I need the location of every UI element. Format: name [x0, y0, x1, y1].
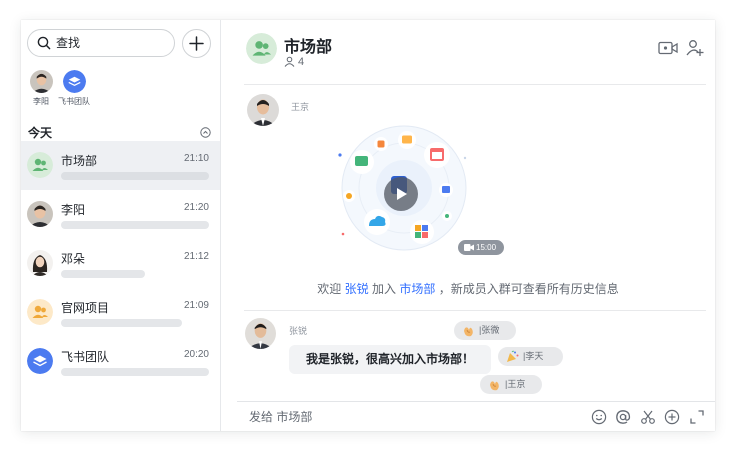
- chat-item-marketing[interactable]: 市场部 21:10: [21, 141, 220, 190]
- video-duration-badge: 15:00: [458, 240, 504, 255]
- chat-item-dengduo[interactable]: 邓朵 21:12: [21, 239, 220, 288]
- play-icon: [397, 188, 407, 200]
- chat-title: 市场部: [284, 39, 333, 56]
- message-preview-placeholder: [61, 270, 145, 278]
- member-icon: [284, 56, 295, 67]
- group-avatar-icon: [246, 33, 277, 64]
- pinned-label: 李阳: [33, 97, 49, 106]
- chat-time: 21:20: [183, 202, 209, 213]
- expand-icon[interactable]: [689, 409, 705, 425]
- chat-time: 21:10: [183, 153, 209, 164]
- message-preview-placeholder: [61, 319, 182, 327]
- add-member-icon[interactable]: [686, 39, 704, 57]
- message-preview-placeholder: [61, 172, 209, 180]
- sender-name: 张锐: [289, 326, 308, 336]
- pinned-contact-liyang[interactable]: 李阳: [25, 70, 57, 107]
- member-count-value: 4: [298, 56, 305, 68]
- team-logo-icon: [27, 348, 53, 374]
- user-mention-link[interactable]: 张锐: [345, 282, 369, 296]
- reaction-user: |李天: [523, 351, 544, 361]
- avatar: [29, 70, 53, 93]
- chat-time: 21:09: [183, 300, 209, 311]
- reaction-chip[interactable]: |张微: [454, 321, 516, 340]
- chat-name: 市场部: [61, 154, 98, 168]
- message-preview-placeholder: [61, 221, 209, 229]
- team-logo-icon: [62, 70, 86, 93]
- chat-item-website-project[interactable]: 官网项目 21:09: [21, 288, 220, 337]
- collapse-icon[interactable]: [200, 127, 211, 138]
- pinned-label: 飞书团队: [58, 97, 90, 106]
- scissors-icon[interactable]: [640, 409, 656, 425]
- video-call-icon[interactable]: [658, 41, 678, 55]
- chat-sidebar: 李阳 飞书团队 今天 市场部 21:10: [21, 20, 221, 431]
- chat-name: 飞书团队: [61, 350, 110, 364]
- reaction-chip[interactable]: |王京: [480, 375, 542, 394]
- system-text: 欢迎: [317, 282, 342, 296]
- message-preview-placeholder: [61, 368, 209, 376]
- chat-name: 李阳: [61, 203, 86, 217]
- avatar[interactable]: [247, 94, 279, 126]
- section-title: 今天: [28, 126, 53, 140]
- chat-window: 李阳 飞书团队 今天 市场部 21:10: [21, 20, 715, 431]
- group-mention-link[interactable]: 市场部: [399, 282, 435, 296]
- avatar: [27, 201, 53, 227]
- avatar[interactable]: [245, 318, 276, 349]
- reaction-user-name: 张微: [481, 325, 500, 335]
- system-text: ，新成员入群可查看所有历史信息: [438, 282, 619, 296]
- play-button[interactable]: [384, 177, 418, 211]
- reaction-user-name: 李天: [525, 351, 544, 361]
- plus-icon: [189, 36, 204, 51]
- chat-main: 市场部 4 王京 15:00 欢迎 张锐 加入 市场部 ，新成员入群可查看所有历…: [221, 20, 715, 431]
- message-bubble[interactable]: 我是张锐，很高兴加入市场部！: [289, 345, 492, 374]
- reaction-user: |王京: [505, 379, 526, 389]
- reaction-user: |张微: [479, 325, 500, 335]
- mention-icon[interactable]: [615, 409, 631, 425]
- chat-time: 20:20: [183, 349, 209, 360]
- add-circle-icon[interactable]: [664, 409, 680, 425]
- search-box[interactable]: [27, 29, 175, 57]
- header-divider: [244, 84, 706, 85]
- chat-time: 21:12: [183, 251, 209, 262]
- message-divider: [244, 310, 706, 311]
- group-avatar-icon: [27, 152, 53, 178]
- chat-item-liyang[interactable]: 李阳 21:20: [21, 190, 220, 239]
- clap-icon: [464, 327, 473, 337]
- video-icon: [464, 244, 474, 251]
- reaction-chip[interactable]: |李天: [498, 347, 563, 366]
- sender-name: 王京: [291, 102, 310, 112]
- emoji-icon[interactable]: [591, 409, 607, 425]
- message-input[interactable]: [249, 408, 549, 426]
- search-input[interactable]: [56, 35, 166, 51]
- search-icon: [37, 36, 51, 50]
- add-button[interactable]: [182, 29, 211, 58]
- member-count[interactable]: 4: [284, 56, 304, 68]
- reaction-user-name: 王京: [507, 379, 526, 389]
- chat-name: 官网项目: [61, 301, 110, 315]
- avatar: [27, 250, 53, 276]
- party-popper-icon: [507, 350, 519, 362]
- chat-name: 邓朵: [61, 252, 86, 266]
- message-composer: [237, 401, 715, 431]
- group-avatar-icon: [27, 299, 53, 325]
- clap-icon: [490, 381, 499, 391]
- video-duration: 15:00: [476, 243, 497, 252]
- chat-item-feishu-team[interactable]: 飞书团队 20:20: [21, 337, 220, 386]
- pinned-contact-feishu-team[interactable]: 飞书团队: [58, 70, 90, 107]
- system-message: 欢迎 张锐 加入 市场部 ，新成员入群可查看所有历史信息: [221, 280, 715, 297]
- system-text: 加入: [371, 282, 396, 296]
